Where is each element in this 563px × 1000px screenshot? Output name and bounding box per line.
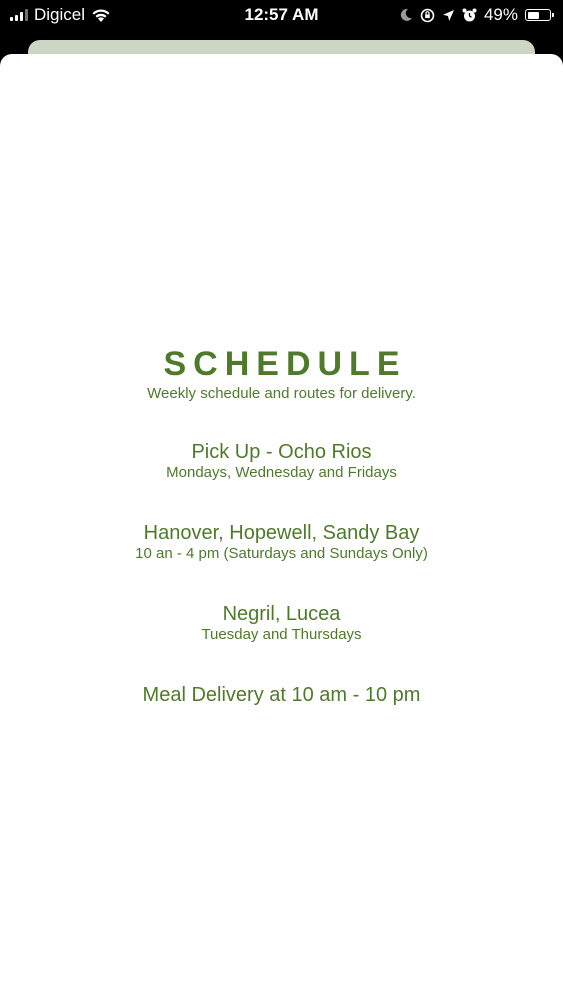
status-right: 49% xyxy=(400,5,554,25)
entry-title: Meal Delivery at 10 am - 10 pm xyxy=(142,684,421,706)
battery-fill xyxy=(527,11,540,19)
orientation-lock-icon xyxy=(420,8,435,22)
moon-icon xyxy=(400,8,412,21)
entry-detail: 10 an - 4 pm (Saturdays and Sundays Only… xyxy=(135,545,428,562)
page-title: SCHEDULE xyxy=(163,345,407,383)
page-subtitle: Weekly schedule and routes for delivery. xyxy=(147,385,416,402)
battery-icon xyxy=(525,9,554,21)
schedule-entry: Pick Up - Ocho Rios Mondays, Wednesday a… xyxy=(0,440,563,482)
entry-detail: Tuesday and Thursdays xyxy=(201,626,362,643)
entry-title: Hanover, Hopewell, Sandy Bay xyxy=(143,522,420,544)
entry-title: Pick Up - Ocho Rios xyxy=(191,441,372,463)
entry-detail: Mondays, Wednesday and Fridays xyxy=(166,464,397,481)
alarm-icon xyxy=(462,8,477,21)
schedule-entry: Meal Delivery at 10 am - 10 pm xyxy=(0,683,563,707)
battery-percent: 49% xyxy=(483,5,518,24)
schedule-entry: Negril, Lucea Tuesday and Thursdays xyxy=(0,602,563,644)
schedule-sheet[interactable]: SCHEDULE Weekly schedule and routes for … xyxy=(0,54,563,1000)
location-arrow-icon xyxy=(442,9,454,21)
entry-title: Negril, Lucea xyxy=(222,603,341,625)
status-bar: Digicel 12:57 AM 49% xyxy=(0,0,563,30)
schedule-content: SCHEDULE Weekly schedule and routes for … xyxy=(0,344,563,707)
schedule-entry: Hanover, Hopewell, Sandy Bay 10 an - 4 p… xyxy=(0,521,563,563)
